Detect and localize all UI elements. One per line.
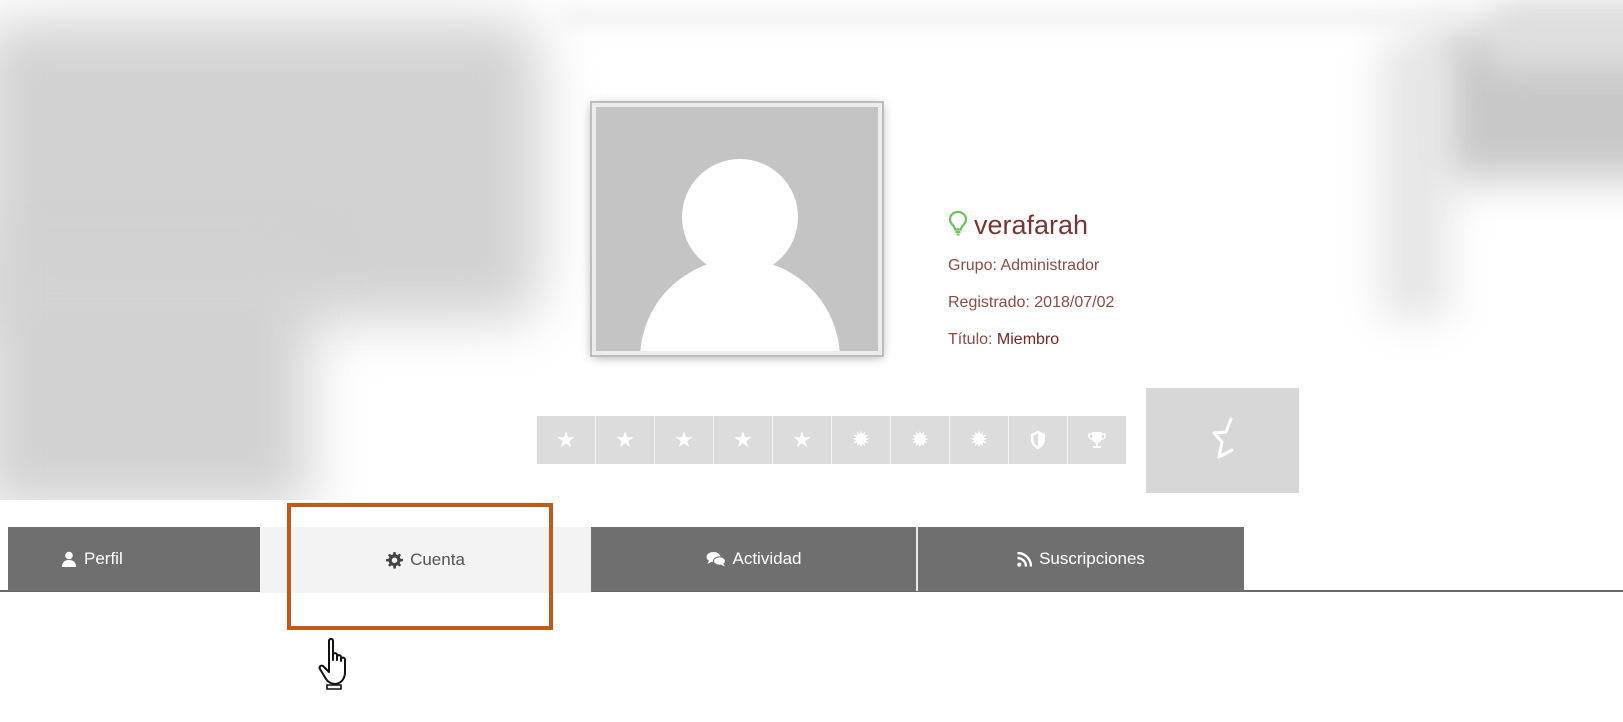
lightbulb-icon	[948, 210, 974, 241]
tab-perfil-label: Perfil	[84, 549, 123, 568]
user-registered-value: 2018/07/02	[1034, 294, 1115, 311]
avatar	[592, 103, 882, 355]
tab-suscripciones-label: Suscripciones	[1039, 549, 1145, 568]
shield-icon	[1008, 416, 1067, 464]
hand-pointer-icon	[317, 636, 359, 697]
sun-icon: ✹	[831, 416, 890, 464]
trophy-icon	[1067, 416, 1126, 464]
tab-suscripciones[interactable]: Suscripciones	[918, 527, 1244, 591]
star-icon: ★	[713, 416, 772, 464]
sun-icon: ✹	[949, 416, 1008, 464]
star-icon: ★	[772, 416, 831, 464]
username: verafarah	[974, 209, 1089, 240]
half-star-icon	[1198, 413, 1248, 468]
badge-strip: ★ ★ ★ ★ ★ ✹ ✹ ✹	[537, 416, 1126, 464]
comments-icon	[706, 551, 726, 567]
star-icon: ★	[537, 416, 595, 464]
sun-icon: ✹	[890, 416, 949, 464]
star-icon: ★	[654, 416, 713, 464]
rank-badge	[1146, 388, 1299, 493]
star-icon: ★	[595, 416, 654, 464]
highlight-box	[287, 503, 553, 630]
user-group: Grupo: Administrador	[948, 257, 1100, 274]
tab-actividad-label: Actividad	[732, 549, 802, 568]
user-registered: Registrado: 2018/07/02	[948, 294, 1115, 311]
user-group-value: Administrador	[1000, 257, 1100, 274]
rss-icon	[1017, 551, 1033, 567]
user-icon	[61, 551, 77, 567]
user-info: verafarah Grupo: Administrador Registrad…	[948, 203, 1114, 358]
tab-actividad[interactable]: Actividad	[591, 527, 916, 591]
user-title: Título: Miembro	[948, 331, 1060, 348]
user-title-value: Miembro	[996, 331, 1060, 348]
tab-perfil[interactable]: Perfil	[8, 527, 260, 591]
